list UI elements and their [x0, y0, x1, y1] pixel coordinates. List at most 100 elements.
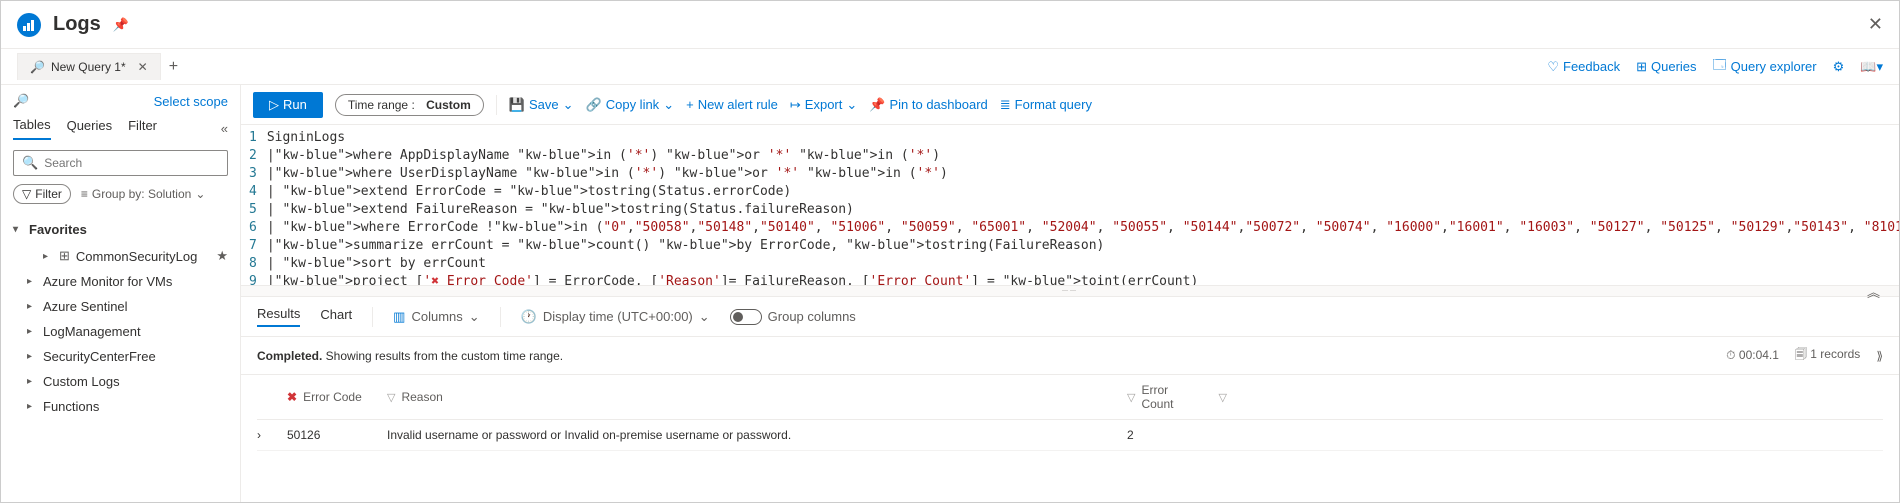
results-table: ✖Error Code ▽Reason ▽Error Count ▽ › 501… [241, 375, 1899, 451]
queries-link[interactable]: ⊞Queries [1636, 59, 1696, 75]
format-icon: ≣ [1000, 97, 1011, 113]
columns-button[interactable]: ▥Columns ⌄ [393, 309, 480, 325]
tree-item[interactable]: ▸Custom Logs [13, 369, 228, 394]
funnel-icon[interactable]: ▽ [387, 391, 395, 404]
caret-right-icon: ▸ [27, 376, 37, 387]
chevron-down-icon: ⌄ [563, 97, 574, 113]
caret-right-icon: ▸ [27, 276, 37, 287]
line-gutter: 123456789 [241, 125, 267, 285]
results-toolbar: Results Chart ▥Columns ⌄ 🕐Display time (… [241, 297, 1899, 337]
funnel-icon[interactable]: ▽ [1219, 391, 1227, 404]
record-count: 🗐 1 records [1795, 345, 1860, 366]
favorites-section[interactable]: ▾Favorites [13, 222, 228, 237]
funnel-icon: ▽ [22, 187, 31, 201]
chart-tab[interactable]: Chart [320, 307, 352, 326]
settings-icon[interactable]: ⚙ [1833, 59, 1845, 75]
caret-down-icon: ▾ [13, 224, 23, 235]
expand-icon[interactable]: ⟫ [1876, 349, 1883, 363]
logs-icon [17, 13, 41, 37]
chevron-down-icon: ⌄ [195, 187, 205, 201]
export-icon: ↦ [790, 97, 801, 113]
tree-item-commonsecuritylog[interactable]: ▸⊞CommonSecurityLog★ [13, 243, 228, 269]
filter-pill[interactable]: ▽Filter [13, 184, 71, 204]
query-icon: 🔎 [30, 60, 45, 74]
link-icon: 🔗 [586, 97, 602, 113]
feedback-link[interactable]: ♡Feedback [1547, 59, 1620, 75]
tab-close-icon[interactable]: ✕ [138, 60, 148, 74]
play-icon: ▷ [269, 97, 279, 113]
table-row[interactable]: › 50126 Invalid username or password or … [257, 420, 1883, 451]
expand-up-icon[interactable]: ︽ [1867, 282, 1880, 301]
error-icon: ✖ [287, 390, 297, 404]
search-icon: 🔍 [22, 155, 38, 171]
query-explorer-link[interactable]: 🗔Query explorer [1713, 56, 1817, 78]
heart-icon: ♡ [1547, 59, 1559, 75]
status-bar: Completed. Showing results from the cust… [241, 337, 1899, 375]
book-icon[interactable]: 📖▾ [1860, 59, 1883, 75]
stopwatch-icon: ⏱ [1726, 348, 1735, 362]
pin-icon[interactable]: 📌 [113, 17, 129, 33]
run-button[interactable]: ▷Run [253, 92, 323, 118]
format-button[interactable]: ≣Format query [1000, 97, 1092, 113]
tree-item[interactable]: ▸Azure Monitor for VMs [13, 269, 228, 294]
chevron-down-icon: ⌄ [469, 309, 480, 325]
search-input-wrapper[interactable]: 🔍 [13, 150, 228, 176]
pin-icon: 📌 [869, 97, 885, 113]
tree-item[interactable]: ▸Azure Sentinel [13, 294, 228, 319]
splitter[interactable]: ┄┄ ︽ [241, 285, 1899, 297]
caret-right-icon: ▸ [27, 401, 37, 412]
tree-item[interactable]: ▸SecurityCenterFree [13, 344, 228, 369]
export-button[interactable]: ↦Export ⌄ [790, 97, 857, 113]
query-toolbar: ▷Run Time range : Custom 💾Save ⌄ 🔗Copy l… [241, 85, 1899, 125]
status-completed: Completed. [257, 349, 322, 363]
pin-button[interactable]: 📌Pin to dashboard [869, 97, 987, 113]
cell-count: 2 [1127, 428, 1134, 442]
table-icon: ⊞ [59, 248, 70, 264]
sidebar: 🔎 Select scope Tables Queries Filter « 🔍… [1, 85, 241, 502]
query-time: ⏱ 00:04.1 [1726, 348, 1779, 363]
caret-right-icon: ▸ [27, 351, 37, 362]
queries-icon: ⊞ [1636, 59, 1647, 75]
records-icon: 🗐 [1795, 347, 1807, 361]
cell-error-code: 50126 [287, 428, 320, 442]
time-range-picker[interactable]: Time range : Custom [335, 94, 484, 116]
cell-reason: Invalid username or password or Invalid … [387, 428, 791, 442]
tree-item[interactable]: ▸Functions [13, 394, 228, 419]
copy-link-button[interactable]: 🔗Copy link ⌄ [586, 97, 675, 113]
tab-filter[interactable]: Filter [128, 118, 157, 139]
group-columns-toggle[interactable]: Group columns [730, 309, 856, 325]
code-content[interactable]: SigninLogs|"kw-blue">where AppDisplayNam… [267, 125, 1899, 285]
select-scope-link[interactable]: Select scope [154, 94, 228, 109]
tab-tables[interactable]: Tables [13, 117, 51, 140]
chevron-down-icon: ⌄ [699, 309, 710, 325]
expand-row-icon[interactable]: › [257, 428, 261, 442]
tab-queries[interactable]: Queries [67, 118, 113, 139]
new-alert-button[interactable]: +New alert rule [686, 97, 778, 112]
caret-right-icon: ▸ [27, 326, 37, 337]
explorer-icon: 🗔 [1713, 56, 1727, 78]
toggle-icon[interactable] [730, 309, 762, 325]
tree-item[interactable]: ▸LogManagement [13, 319, 228, 344]
search-input[interactable] [44, 156, 219, 170]
save-icon: 💾 [509, 97, 525, 113]
tab-label: New Query 1* [51, 60, 126, 74]
save-button[interactable]: 💾Save ⌄ [509, 97, 574, 113]
caret-right-icon: ▸ [43, 251, 53, 262]
funnel-icon[interactable]: ▽ [1127, 391, 1135, 404]
caret-right-icon: ▸ [27, 301, 37, 312]
display-time-button[interactable]: 🕐Display time (UTC+00:00) ⌄ [521, 309, 710, 325]
star-icon[interactable]: ★ [216, 248, 228, 264]
tab-new-query[interactable]: 🔎 New Query 1* ✕ [17, 53, 161, 80]
groupby-dropdown[interactable]: ≡Group by: Solution ⌄ [81, 187, 205, 201]
code-editor[interactable]: 123456789 SigninLogs|"kw-blue">where App… [241, 125, 1899, 285]
add-tab-button[interactable]: + [169, 58, 178, 76]
collapse-icon[interactable]: « [221, 121, 228, 136]
table-header: ✖Error Code ▽Reason ▽Error Count ▽ [257, 375, 1883, 420]
tab-bar: 🔎 New Query 1* ✕ + ♡Feedback ⊞Queries 🗔Q… [1, 49, 1899, 85]
scope-icon: 🔎 [13, 93, 29, 109]
page-title: Logs [53, 13, 101, 36]
chevron-down-icon: ⌄ [846, 97, 857, 113]
results-tab[interactable]: Results [257, 306, 300, 327]
close-icon[interactable]: ✕ [1868, 14, 1883, 35]
header-bar: Logs 📌 ✕ [1, 1, 1899, 49]
